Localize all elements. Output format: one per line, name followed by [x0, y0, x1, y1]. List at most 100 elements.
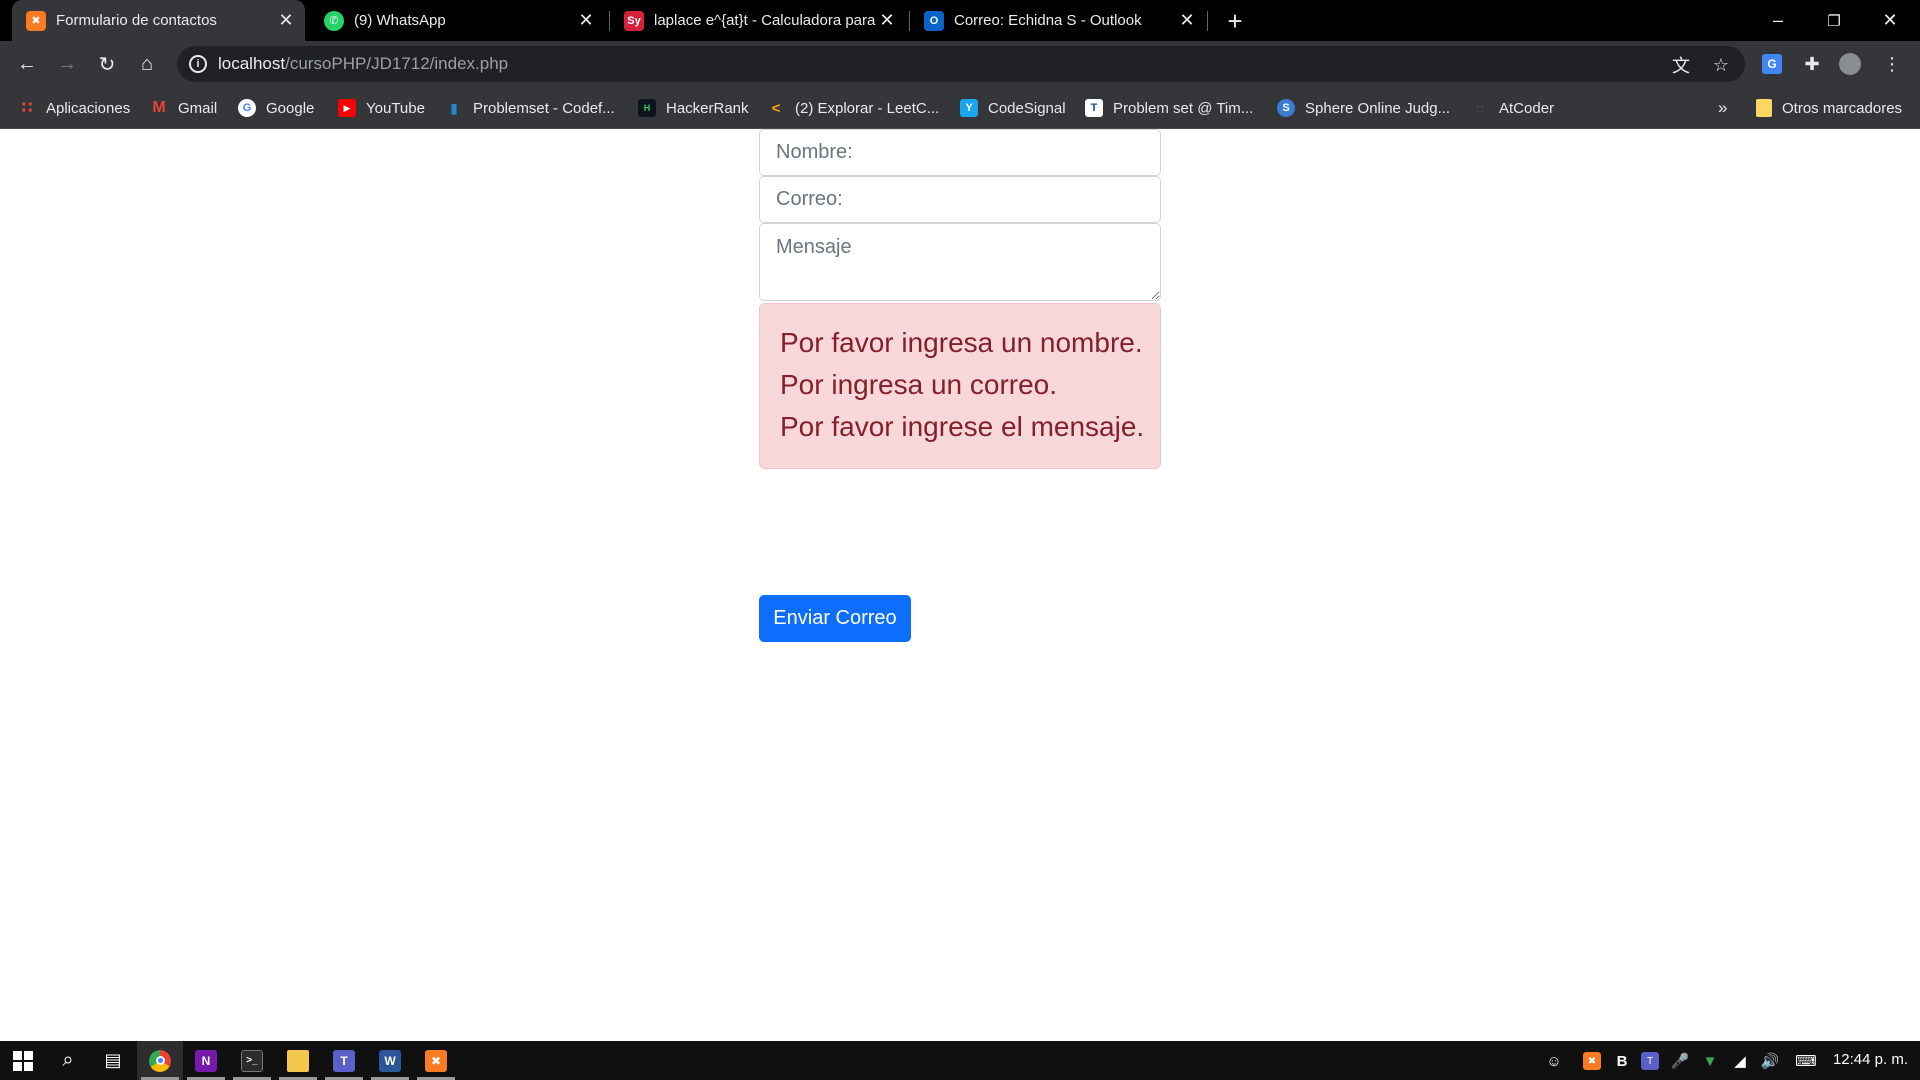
- close-tab-icon[interactable]: ✕: [575, 10, 597, 32]
- minimize-icon[interactable]: –: [1750, 0, 1806, 41]
- terminal-icon: >_: [241, 1049, 263, 1072]
- error-message-text: Por favor ingrese el mensaje.: [780, 411, 1145, 442]
- tab-outlook[interactable]: O Correo: Echidna S - Outlook ✕: [910, 0, 1206, 41]
- name-field[interactable]: [759, 129, 1161, 176]
- taskbar-xampp[interactable]: ✖: [413, 1041, 459, 1080]
- close-tab-icon[interactable]: ✕: [275, 10, 297, 32]
- tab-title: Correo: Echidna S - Outlook: [954, 12, 1142, 29]
- outlook-icon: O: [924, 10, 944, 31]
- xampp-icon: ✖: [425, 1049, 447, 1072]
- hackerrank-icon: H: [638, 99, 656, 117]
- taskbar-teams[interactable]: T: [321, 1041, 367, 1080]
- bookmark-timus[interactable]: T Problem set @ Tim...: [1085, 96, 1253, 120]
- taskbar-word[interactable]: W: [367, 1041, 413, 1080]
- bookmark-apps[interactable]: ∷ Aplicaciones: [18, 96, 130, 120]
- whatsapp-icon: ✆: [324, 10, 344, 31]
- reload-icon[interactable]: ↻: [91, 48, 123, 80]
- url-path: /cursoPHP/JD1712/index.php: [285, 54, 509, 73]
- teams-tray-icon[interactable]: T: [1638, 1049, 1662, 1073]
- youtube-icon: ▶: [338, 99, 356, 117]
- search-icon: ⌕: [62, 1049, 74, 1071]
- bookmark-codesignal[interactable]: Y CodeSignal: [960, 96, 1066, 120]
- symbolab-icon: Sy: [624, 10, 644, 31]
- tab-strip: ✖ Formulario de contactos ✕ ✆ (9) WhatsA…: [0, 0, 1920, 41]
- home-icon[interactable]: ⌂: [131, 48, 163, 80]
- bookmark-leetcode[interactable]: < (2) Explorar - LeetC...: [767, 96, 940, 120]
- chrome-icon: [149, 1049, 171, 1072]
- url-host: localhost: [218, 54, 286, 73]
- search-button[interactable]: ⌕: [45, 1041, 91, 1080]
- tab-title: Formulario de contactos: [56, 12, 217, 29]
- error-message-name: Por favor ingresa un nombre.: [780, 327, 1143, 358]
- word-icon: W: [379, 1049, 401, 1072]
- taskbar-onenote[interactable]: N: [183, 1041, 229, 1080]
- profile-avatar-icon[interactable]: [1838, 52, 1862, 76]
- taskbar-terminal[interactable]: >_: [229, 1041, 275, 1080]
- spoj-icon: S: [1277, 99, 1295, 117]
- bookmark-label: Google: [266, 99, 315, 117]
- browser-toolbar: ← → ↻ ⌂ i localhost/cursoPHP/JD1712/inde…: [0, 41, 1920, 87]
- google-translate-extension-icon[interactable]: G: [1760, 52, 1784, 76]
- taskbar-clock[interactable]: 12:44 p. m.: [1833, 1051, 1908, 1068]
- back-icon[interactable]: ←: [11, 48, 43, 80]
- gmail-icon: M: [152, 99, 166, 116]
- bookmark-label: CodeSignal: [988, 99, 1066, 117]
- send-email-button[interactable]: Enviar Correo: [759, 595, 911, 642]
- bookmark-gmail[interactable]: M Gmail: [150, 96, 217, 120]
- close-tab-icon[interactable]: ✕: [876, 10, 898, 32]
- forward-icon[interactable]: →: [51, 48, 83, 80]
- google-icon: G: [238, 99, 256, 117]
- tab-whatsapp[interactable]: ✆ (9) WhatsApp ✕: [310, 0, 605, 41]
- error-message-email: Por ingresa un correo.: [780, 369, 1058, 400]
- new-tab-button[interactable]: +: [1220, 6, 1250, 36]
- bookmark-label: Problemset - Codef...: [473, 99, 615, 117]
- extensions-puzzle-icon[interactable]: ✚: [1800, 52, 1824, 76]
- tab-formulario[interactable]: ✖ Formulario de contactos ✕: [12, 0, 305, 41]
- bookmark-star-icon[interactable]: ☆: [1709, 53, 1733, 77]
- tab-title: (9) WhatsApp: [354, 12, 446, 29]
- bookmark-atcoder[interactable]: ◌ AtCoder: [1471, 96, 1554, 120]
- windows-taskbar: ⌕ ▤ N >_ T W ✖ ☺ ✖ B T 🎤 ▼ ◢ 🔊 ⌨ 12:44 p…: [0, 1041, 1920, 1080]
- atcoder-icon: ◌: [1475, 100, 1485, 116]
- people-icon[interactable]: ☺: [1542, 1049, 1566, 1073]
- restore-icon[interactable]: ❐: [1806, 0, 1862, 41]
- address-url[interactable]: localhost/cursoPHP/JD1712/index.php: [218, 54, 508, 74]
- other-bookmarks-folder[interactable]: Otros marcadores: [1756, 96, 1902, 120]
- task-view-icon: ▤: [104, 1050, 122, 1070]
- address-bar[interactable]: i localhost/cursoPHP/JD1712/index.php 文 …: [177, 46, 1745, 82]
- windows-logo-icon: [13, 1050, 33, 1071]
- xampp-tray-icon[interactable]: ✖: [1580, 1049, 1604, 1073]
- email-field[interactable]: [759, 176, 1161, 223]
- bookmark-spoj[interactable]: S Sphere Online Judg...: [1277, 96, 1450, 120]
- bookmark-codeforces[interactable]: ▮ Problemset - Codef...: [445, 96, 615, 120]
- bookmark-youtube[interactable]: ▶ YouTube: [338, 96, 425, 120]
- bold-b-tray-icon[interactable]: B: [1610, 1049, 1634, 1073]
- bookmark-label: Otros marcadores: [1782, 99, 1903, 117]
- bookmark-hackerrank[interactable]: H HackerRank: [638, 96, 749, 120]
- network-icon[interactable]: ◢: [1728, 1049, 1752, 1073]
- translate-icon[interactable]: 文: [1669, 53, 1693, 77]
- start-button[interactable]: [0, 1041, 46, 1080]
- bookmark-google[interactable]: G Google: [238, 96, 314, 120]
- browser-menu-icon[interactable]: ⋮: [1880, 52, 1904, 76]
- close-tab-icon[interactable]: ✕: [1176, 10, 1198, 32]
- tab-symbolab[interactable]: Sy laplace e^{at}t - Calculadora para ✕: [610, 0, 906, 41]
- bookmark-label: HackerRank: [666, 99, 749, 117]
- taskbar-chrome[interactable]: [137, 1041, 183, 1080]
- xampp-icon: ✖: [26, 10, 46, 31]
- codeforces-icon: ▮: [450, 99, 458, 116]
- security-shield-icon[interactable]: ▼: [1698, 1049, 1722, 1073]
- site-info-icon[interactable]: i: [189, 55, 207, 73]
- task-view-button[interactable]: ▤: [90, 1041, 136, 1080]
- onenote-icon: N: [195, 1049, 217, 1072]
- message-field[interactable]: [759, 223, 1161, 301]
- keyboard-icon[interactable]: ⌨: [1790, 1049, 1822, 1073]
- contact-form: [759, 129, 1161, 301]
- taskbar-file-explorer[interactable]: [275, 1041, 321, 1080]
- more-bookmarks-button[interactable]: »: [1718, 96, 1727, 120]
- bookmark-label: YouTube: [366, 99, 425, 117]
- bookmark-label: AtCoder: [1499, 99, 1555, 117]
- microphone-icon[interactable]: 🎤: [1668, 1049, 1692, 1073]
- close-window-icon[interactable]: ✕: [1862, 0, 1918, 41]
- volume-icon[interactable]: 🔊: [1758, 1049, 1782, 1073]
